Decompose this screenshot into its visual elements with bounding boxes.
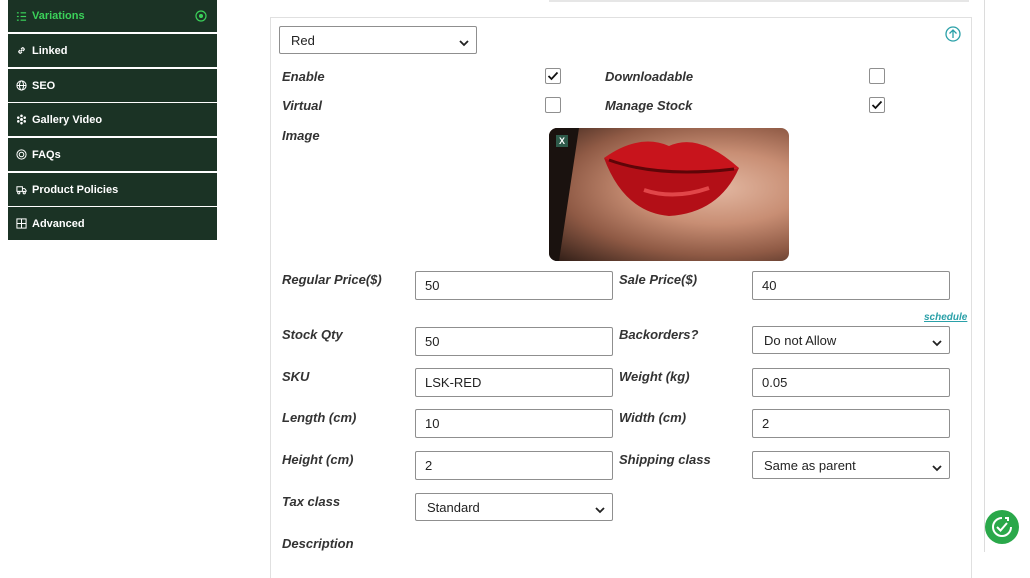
virtual-label: Virtual xyxy=(282,98,322,113)
height-input[interactable]: 2 xyxy=(415,451,613,480)
downloadable-label: Downloadable xyxy=(605,69,694,84)
shipping-class-select[interactable]: Same as parent xyxy=(752,451,950,479)
select-value: Do not Allow xyxy=(764,332,837,348)
checkmark-icon xyxy=(871,100,883,110)
regular-price-input[interactable]: 50 xyxy=(415,271,613,300)
downloadable-checkbox[interactable] xyxy=(869,68,885,84)
truck-icon xyxy=(15,184,27,196)
stock-qty-label: Stock Qty xyxy=(282,327,343,342)
chevron-down-icon xyxy=(595,503,605,514)
remove-image-button[interactable]: X xyxy=(556,135,568,147)
sale-price-label: Sale Price($) xyxy=(619,272,698,287)
chevron-down-icon xyxy=(932,336,942,347)
sidebar-item-label: SEO xyxy=(32,79,56,92)
variation-attribute-select[interactable]: Red xyxy=(279,26,477,54)
globe-icon xyxy=(15,80,27,92)
select-value: Same as parent xyxy=(764,457,856,473)
sidebar-item-label: Gallery Video xyxy=(32,113,103,126)
sidebar-item-seo[interactable]: SEO xyxy=(8,69,217,102)
previous-panel-edge xyxy=(549,0,969,2)
stock-qty-input[interactable]: 50 xyxy=(415,327,613,356)
lips-image xyxy=(549,128,739,261)
gallery-icon xyxy=(15,114,27,126)
content-right-border xyxy=(984,0,985,552)
enable-checkbox[interactable] xyxy=(545,68,561,84)
length-label: Length (cm) xyxy=(282,410,357,425)
sale-price-input[interactable]: 40 xyxy=(752,271,950,300)
sidebar-item-label: Product Policies xyxy=(32,183,119,196)
checkmark-icon xyxy=(547,71,559,81)
schedule-link[interactable]: schedule xyxy=(924,312,967,323)
sidebar: Variations Linked SEO Gallery Video FAQs… xyxy=(8,0,217,552)
tax-class-label: Tax class xyxy=(282,494,341,509)
list-icon xyxy=(15,10,27,22)
weight-input[interactable]: 0.05 xyxy=(752,368,950,397)
chevron-down-icon xyxy=(932,461,942,472)
variation-image[interactable] xyxy=(549,128,789,261)
sidebar-item-linked[interactable]: Linked xyxy=(8,34,217,67)
image-label: Image xyxy=(282,128,320,143)
description-label: Description xyxy=(282,536,354,551)
link-icon xyxy=(15,45,27,57)
sidebar-item-variations[interactable]: Variations xyxy=(8,0,217,32)
backorders-label: Backorders? xyxy=(619,327,699,342)
shipping-class-label: Shipping class xyxy=(619,452,711,467)
sku-input[interactable]: LSK-RED xyxy=(415,368,613,397)
width-label: Width (cm) xyxy=(619,410,687,425)
collapse-up-icon[interactable] xyxy=(945,26,961,42)
enable-label: Enable xyxy=(282,69,325,84)
grid-icon xyxy=(15,218,27,230)
target-icon xyxy=(195,10,207,22)
sidebar-item-label: Advanced xyxy=(32,217,85,230)
height-label: Height (cm) xyxy=(282,452,354,467)
select-value: Red xyxy=(291,32,315,48)
chevron-down-icon xyxy=(459,36,469,47)
check-refresh-icon xyxy=(992,517,1012,537)
sidebar-item-label: Linked xyxy=(32,44,68,57)
weight-label: Weight (kg) xyxy=(619,369,690,384)
regular-price-label: Regular Price($) xyxy=(282,272,382,287)
manage-stock-label: Manage Stock xyxy=(605,98,693,113)
sidebar-item-product-policies[interactable]: Product Policies xyxy=(8,173,217,206)
faq-icon xyxy=(15,149,27,161)
virtual-checkbox[interactable] xyxy=(545,97,561,113)
sidebar-item-faqs[interactable]: FAQs xyxy=(8,138,217,171)
floating-action-button[interactable] xyxy=(985,510,1019,544)
sidebar-item-label: Variations xyxy=(32,10,85,22)
sidebar-item-advanced[interactable]: Advanced xyxy=(8,207,217,240)
backorders-select[interactable]: Do not Allow xyxy=(752,326,950,354)
sidebar-item-label: FAQs xyxy=(32,148,61,161)
length-input[interactable]: 10 xyxy=(415,409,613,438)
sku-label: SKU xyxy=(282,369,310,384)
tax-class-select[interactable]: Standard xyxy=(415,493,613,521)
sidebar-item-gallery-video[interactable]: Gallery Video xyxy=(8,103,217,136)
manage-stock-checkbox[interactable] xyxy=(869,97,885,113)
select-value: Standard xyxy=(427,499,480,515)
width-input[interactable]: 2 xyxy=(752,409,950,438)
